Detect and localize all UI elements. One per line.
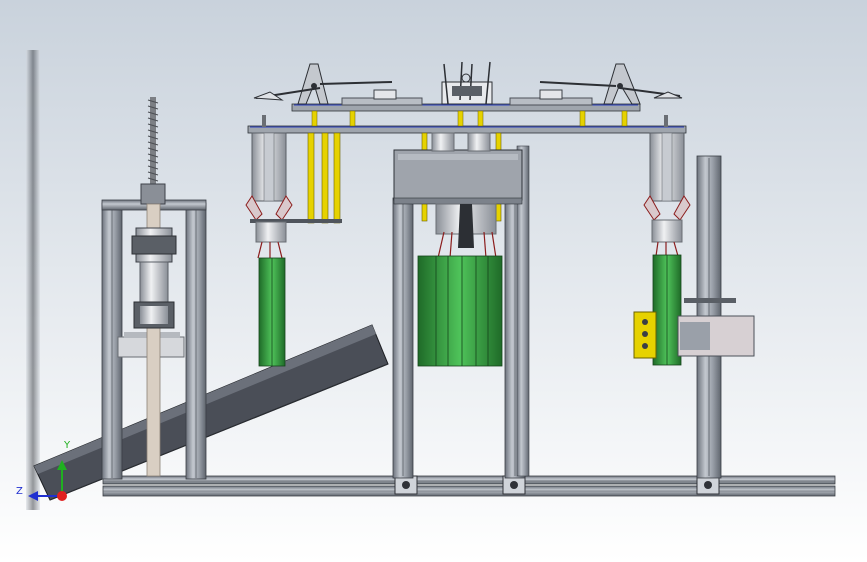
base-bracket-1	[394, 475, 418, 495]
base-bracket-2	[502, 475, 526, 495]
triad-z-label: Z	[16, 486, 23, 497]
base-frame	[102, 475, 836, 497]
triad-y-label: Y	[64, 440, 71, 451]
base-bracket-3	[696, 475, 720, 495]
assembly-drawing	[0, 0, 867, 562]
background-edge-streak	[26, 50, 40, 510]
cad-viewport[interactable]: Y Z	[0, 0, 867, 562]
